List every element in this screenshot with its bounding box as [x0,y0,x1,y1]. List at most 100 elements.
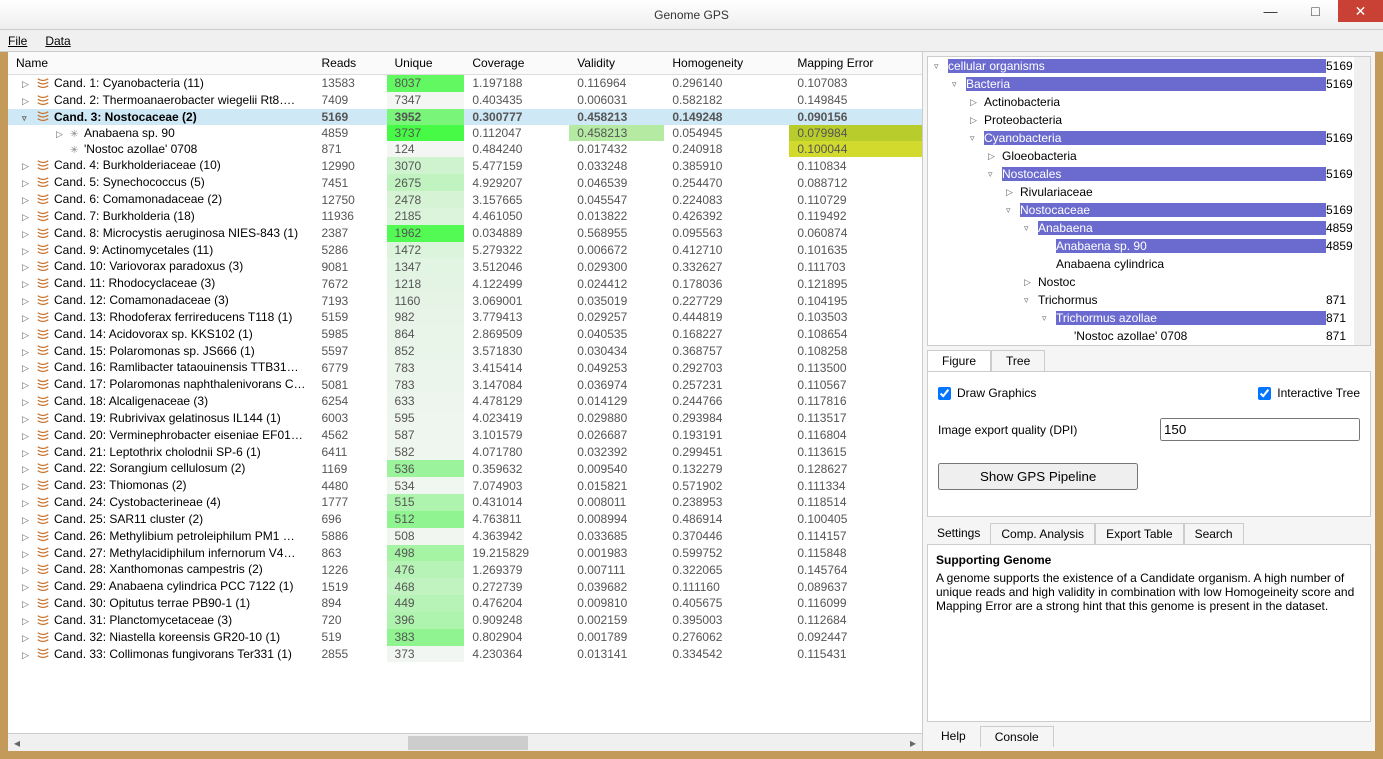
chevron-icon[interactable]: ▷ [22,363,32,374]
tree-node[interactable]: 'Nostoc azollae' 0708871 [928,327,1370,345]
chevron-icon[interactable]: ▷ [22,246,32,257]
table-row[interactable]: ▷Cand. 2: Thermoanaerobacter wiegelii Rt… [8,92,922,109]
chevron-icon[interactable]: ▿ [1024,295,1034,306]
table-row[interactable]: ▷Cand. 33: Collimonas fungivorans Ter331… [8,646,922,663]
chevron-icon[interactable]: ▷ [22,549,32,560]
tab-tree[interactable]: Tree [991,350,1045,371]
table-row[interactable]: ▷Cand. 5: Synechococcus (5)745126754.929… [8,174,922,191]
table-row[interactable]: ▿Cand. 3: Nostocaceae (2)516939520.30077… [8,109,922,126]
scroll-right-icon[interactable]: ▸ [904,734,922,751]
chevron-icon[interactable]: ▿ [1006,205,1016,216]
table-row[interactable]: ▷Cand. 26: Methylibium petroleiphilum PM… [8,528,922,545]
column-header[interactable]: Validity [569,52,664,75]
chevron-icon[interactable]: ▿ [22,113,32,124]
chevron-icon[interactable]: ▷ [56,129,66,140]
chevron-icon[interactable]: ▷ [22,161,32,172]
table-row[interactable]: ▷Cand. 30: Opitutus terrae PB90-1 (1)894… [8,595,922,612]
table-row[interactable]: ▷Cand. 8: Microcystis aeruginosa NIES-84… [8,225,922,242]
chevron-icon[interactable]: ▷ [22,380,32,391]
table-row[interactable]: ▷Cand. 11: Rhodocyclaceae (3)767212184.1… [8,275,922,292]
chevron-icon[interactable]: ▷ [22,650,32,661]
chevron-icon[interactable]: ▷ [22,195,32,206]
column-header[interactable]: Coverage [464,52,569,75]
tab-help[interactable]: Help [927,726,980,747]
minimize-button[interactable]: — [1248,0,1293,22]
table-row[interactable]: ✳'Nostoc azollae' 07088711240.4842400.01… [8,141,922,157]
table-row[interactable]: ▷Cand. 14: Acidovorax sp. KKS102 (1)5985… [8,326,922,343]
tree-node[interactable]: Anabaena cylindrica [928,255,1370,273]
tree-node[interactable]: ▿Anabaena4859 [928,219,1370,237]
chevron-icon[interactable]: ▷ [22,347,32,358]
interactive-tree-checkbox[interactable]: Interactive Tree [1258,386,1360,400]
chevron-icon[interactable]: ▷ [22,279,32,290]
table-row[interactable]: ▷Cand. 17: Polaromonas naphthalenivorans… [8,376,922,393]
tree-node[interactable]: ▷Actinobacteria [928,93,1370,111]
chevron-icon[interactable]: ▿ [970,133,980,144]
taxonomy-tree[interactable]: ▿cellular organisms5169▿Bacteria5169▷Act… [927,56,1371,346]
table-row[interactable]: ▷Cand. 31: Planctomycetaceae (3)7203960.… [8,612,922,629]
chevron-icon[interactable]: ▷ [1024,277,1034,288]
chevron-icon[interactable]: ▷ [22,330,32,341]
column-header[interactable]: Unique [387,52,465,75]
column-header[interactable]: Reads [313,52,386,75]
chevron-icon[interactable]: ▷ [22,515,32,526]
tab-console[interactable]: Console [980,726,1054,747]
table-row[interactable]: ▷Cand. 28: Xanthomonas campestris (2)122… [8,561,922,578]
maximize-button[interactable]: □ [1293,0,1338,22]
menu-file[interactable]: File [8,34,27,48]
tree-node[interactable]: ▿Trichormus871 [928,291,1370,309]
chevron-icon[interactable]: ▷ [22,481,32,492]
chevron-icon[interactable]: ▷ [22,464,32,475]
table-row[interactable]: ▷Cand. 29: Anabaena cylindrica PCC 7122 … [8,578,922,595]
chevron-icon[interactable]: ▷ [22,582,32,593]
tab-settings[interactable]: Settings [927,523,990,544]
chevron-icon[interactable]: ▷ [22,313,32,324]
chevron-icon[interactable]: ▷ [970,97,980,108]
column-header[interactable]: Mapping Error [789,52,922,75]
table-row[interactable]: ▷Cand. 23: Thiomonas (2)44805347.0749030… [8,477,922,494]
tree-node[interactable]: ▷Cylindrospermum [928,345,1370,346]
table-row[interactable]: ▷Cand. 16: Ramlibacter tataouinensis TTB… [8,359,922,376]
dpi-input[interactable] [1160,418,1360,441]
chevron-icon[interactable]: ▷ [22,448,32,459]
chevron-icon[interactable]: ▷ [22,178,32,189]
tree-node[interactable]: ▷Rivulariaceae [928,183,1370,201]
scroll-thumb[interactable] [408,736,528,750]
table-row[interactable]: ▷Cand. 15: Polaromonas sp. JS666 (1)5597… [8,343,922,360]
chevron-icon[interactable]: ▷ [22,414,32,425]
tab-figure[interactable]: Figure [927,350,991,371]
table-row[interactable]: ▷Cand. 24: Cystobacterineae (4)17775150.… [8,494,922,511]
chevron-icon[interactable]: ▷ [22,397,32,408]
chevron-icon[interactable]: ▿ [988,169,998,180]
table-row[interactable]: ▷Cand. 19: Rubrivivax gelatinosus IL144 … [8,410,922,427]
chevron-icon[interactable]: ▷ [22,616,32,627]
table-row[interactable]: ▷Cand. 12: Comamonadaceae (3)719311603.0… [8,292,922,309]
table-row[interactable]: ▷Cand. 32: Niastella koreensis GR20-10 (… [8,629,922,646]
table-row[interactable]: ▷Cand. 4: Burkholderiaceae (10)129903070… [8,157,922,174]
table-row[interactable]: ▷Cand. 9: Actinomycetales (11)528614725.… [8,242,922,259]
chevron-icon[interactable]: ▷ [22,498,32,509]
tab-comp-analysis[interactable]: Comp. Analysis [990,523,1095,544]
chevron-icon[interactable]: ▿ [934,61,944,72]
table-row[interactable]: ▷Cand. 13: Rhodoferax ferrireducens T118… [8,309,922,326]
tree-node[interactable]: ▿Trichormus azollae871 [928,309,1370,327]
tree-node[interactable]: ▿Bacteria5169 [928,75,1370,93]
tree-node[interactable]: ▿Nostocales5169 [928,165,1370,183]
chevron-icon[interactable]: ▿ [952,79,962,90]
chevron-icon[interactable]: ▷ [22,599,32,610]
tree-node[interactable]: ▿Cyanobacteria5169 [928,129,1370,147]
chevron-icon[interactable]: ▷ [22,296,32,307]
chevron-icon[interactable]: ▷ [22,532,32,543]
table-row[interactable]: ▷Cand. 7: Burkholderia (18)1193621854.46… [8,208,922,225]
tree-node[interactable]: ▿Nostocaceae5169 [928,201,1370,219]
chevron-icon[interactable]: ▷ [1006,187,1016,198]
chevron-icon[interactable]: ▷ [22,79,32,90]
chevron-icon[interactable]: ▷ [22,262,32,273]
column-header[interactable]: Homogeneity [664,52,789,75]
table-row[interactable]: ▷Cand. 22: Sorangium cellulosum (2)11695… [8,460,922,477]
tree-node[interactable]: ▷Gloeobacteria [928,147,1370,165]
tree-node[interactable]: ▷Nostoc [928,273,1370,291]
chevron-icon[interactable]: ▷ [22,565,32,576]
horizontal-scrollbar[interactable]: ◂ ▸ [8,733,922,751]
table-row[interactable]: ▷Cand. 25: SAR11 cluster (2)6965124.7638… [8,511,922,528]
